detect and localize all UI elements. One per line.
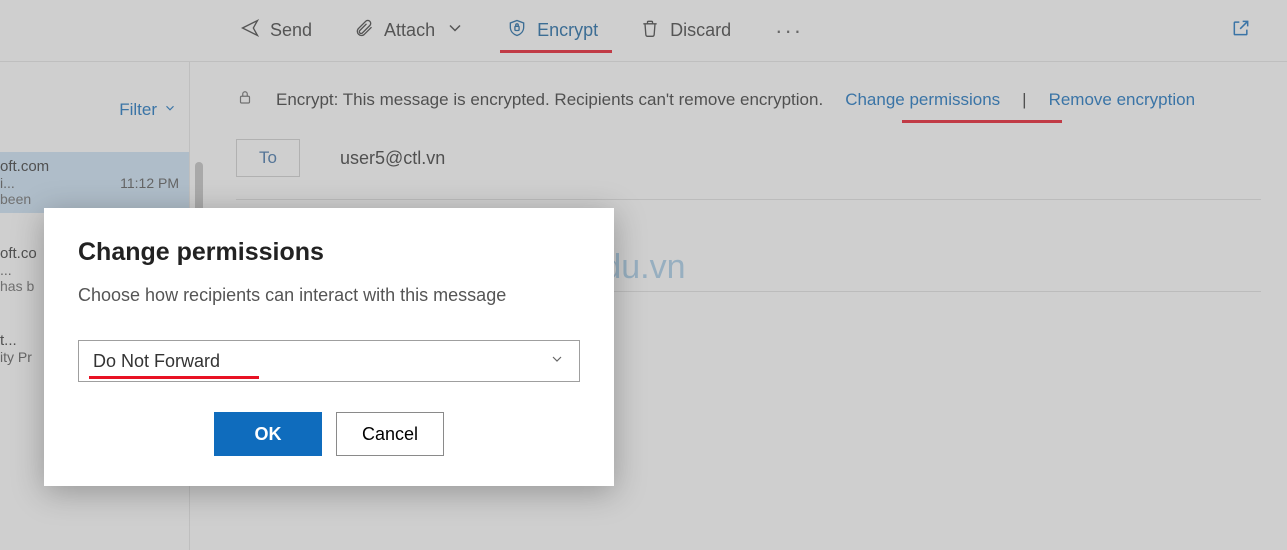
encrypt-button[interactable]: Encrypt: [495, 12, 610, 49]
to-row: To user5@ctl.vn: [236, 125, 1261, 200]
annotation-underline-option: [89, 376, 259, 379]
trash-icon: [640, 18, 660, 43]
filter-button[interactable]: Filter: [119, 100, 177, 120]
cancel-button[interactable]: Cancel: [336, 412, 444, 456]
to-field-value[interactable]: user5@ctl.vn: [340, 148, 445, 169]
popout-button[interactable]: [1231, 18, 1269, 43]
encrypt-label: Encrypt: [537, 20, 598, 41]
annotation-underline-encrypt: [500, 50, 612, 53]
filter-label: Filter: [119, 100, 157, 120]
dialog-title: Change permissions: [78, 238, 580, 267]
dialog-buttons: OK Cancel: [78, 412, 580, 456]
discard-label: Discard: [670, 20, 731, 41]
discard-button[interactable]: Discard: [628, 12, 743, 49]
popout-icon: [1231, 25, 1251, 42]
permission-select-value: Do Not Forward: [93, 351, 220, 372]
compose-toolbar: Send Attach Encrypt Discard ···: [0, 0, 1287, 62]
encryption-status-text: Encrypt: This message is encrypted. Reci…: [276, 90, 823, 110]
shield-icon: [507, 18, 527, 43]
send-label: Send: [270, 20, 312, 41]
separator: |: [1022, 90, 1026, 110]
attach-label: Attach: [384, 20, 435, 41]
lock-icon: [236, 88, 254, 111]
send-button[interactable]: Send: [228, 12, 324, 49]
chevron-down-icon: [445, 18, 465, 43]
dialog-description: Choose how recipients can interact with …: [78, 285, 580, 306]
list-item[interactable]: oft.com i...11:12 PM been: [0, 152, 189, 213]
ok-button[interactable]: OK: [214, 412, 322, 456]
encryption-infobar: Encrypt: This message is encrypted. Reci…: [236, 80, 1261, 125]
chevron-down-icon: [549, 351, 565, 372]
to-button[interactable]: To: [236, 139, 300, 177]
overflow-menu[interactable]: ···: [761, 18, 817, 44]
remove-encryption-link[interactable]: Remove encryption: [1049, 90, 1195, 110]
permission-select[interactable]: Do Not Forward: [78, 340, 580, 382]
change-permissions-dialog: Change permissions Choose how recipients…: [44, 208, 614, 486]
change-permissions-link[interactable]: Change permissions: [845, 90, 1000, 110]
paperclip-icon: [354, 18, 374, 43]
attach-button[interactable]: Attach: [342, 12, 477, 49]
chevron-down-icon: [163, 100, 177, 120]
annotation-underline-change-permissions: [902, 120, 1062, 123]
send-icon: [240, 18, 260, 43]
